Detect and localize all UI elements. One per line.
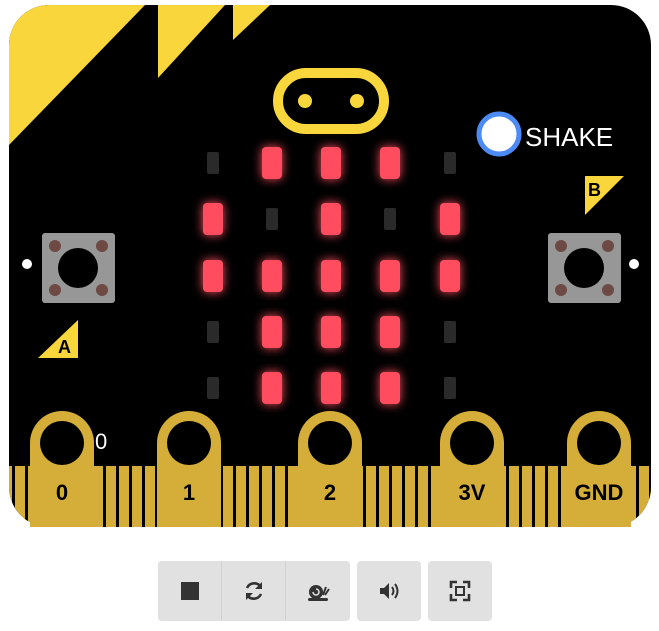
led	[440, 203, 460, 235]
pin-label: GND	[575, 480, 624, 505]
refresh-icon	[245, 582, 262, 600]
pin0-value: 0	[95, 429, 107, 454]
stop-button[interactable]	[158, 561, 222, 621]
shake-label: SHAKE	[525, 122, 613, 152]
led	[203, 260, 223, 292]
pin-0[interactable]: 0	[30, 411, 94, 527]
led	[321, 147, 341, 179]
led	[440, 260, 460, 292]
button-a[interactable]	[42, 233, 115, 303]
microbit-board: SHAKE A B 0 1 2 3V GND 0	[9, 5, 651, 527]
pin-label: 3V	[459, 480, 486, 505]
button-b[interactable]	[548, 233, 621, 303]
view-controls	[428, 561, 492, 621]
stop-icon	[180, 582, 199, 600]
restart-button[interactable]	[222, 561, 286, 621]
led	[262, 372, 282, 404]
pin-label: 2	[324, 480, 336, 505]
led	[266, 208, 278, 230]
led	[444, 152, 456, 174]
led	[203, 203, 223, 235]
led	[207, 377, 219, 399]
edge-dot-left	[22, 259, 32, 269]
pin-gnd[interactable]: GND	[567, 411, 631, 527]
led	[321, 372, 341, 404]
svg-text:A: A	[58, 337, 71, 357]
led	[207, 321, 219, 343]
led	[444, 321, 456, 343]
led	[380, 372, 400, 404]
led	[321, 316, 341, 348]
pin-1[interactable]: 1	[157, 411, 221, 527]
pin-label: 0	[56, 480, 68, 505]
led	[262, 147, 282, 179]
edge-dot-right	[629, 259, 639, 269]
pin-2[interactable]: 2	[298, 411, 362, 527]
pin-3v[interactable]: 3V	[440, 411, 504, 527]
audio-controls	[357, 561, 421, 621]
led	[380, 260, 400, 292]
led	[384, 208, 396, 230]
led	[321, 203, 341, 235]
slow-mode-button[interactable]	[286, 561, 350, 621]
led	[380, 316, 400, 348]
playback-controls	[158, 561, 350, 621]
led	[262, 316, 282, 348]
led	[444, 377, 456, 399]
mute-button[interactable]	[357, 561, 421, 621]
led	[207, 152, 219, 174]
volume-icon	[380, 583, 399, 599]
led	[262, 260, 282, 292]
circle-indicator-icon	[476, 111, 522, 157]
led	[380, 147, 400, 179]
pin-label: 1	[183, 480, 195, 505]
fullscreen-button[interactable]	[428, 561, 492, 621]
fullscreen-icon	[449, 580, 471, 602]
snail-icon	[308, 585, 330, 601]
svg-text:B: B	[588, 180, 601, 200]
led	[321, 260, 341, 292]
simulator-controls	[158, 561, 492, 621]
